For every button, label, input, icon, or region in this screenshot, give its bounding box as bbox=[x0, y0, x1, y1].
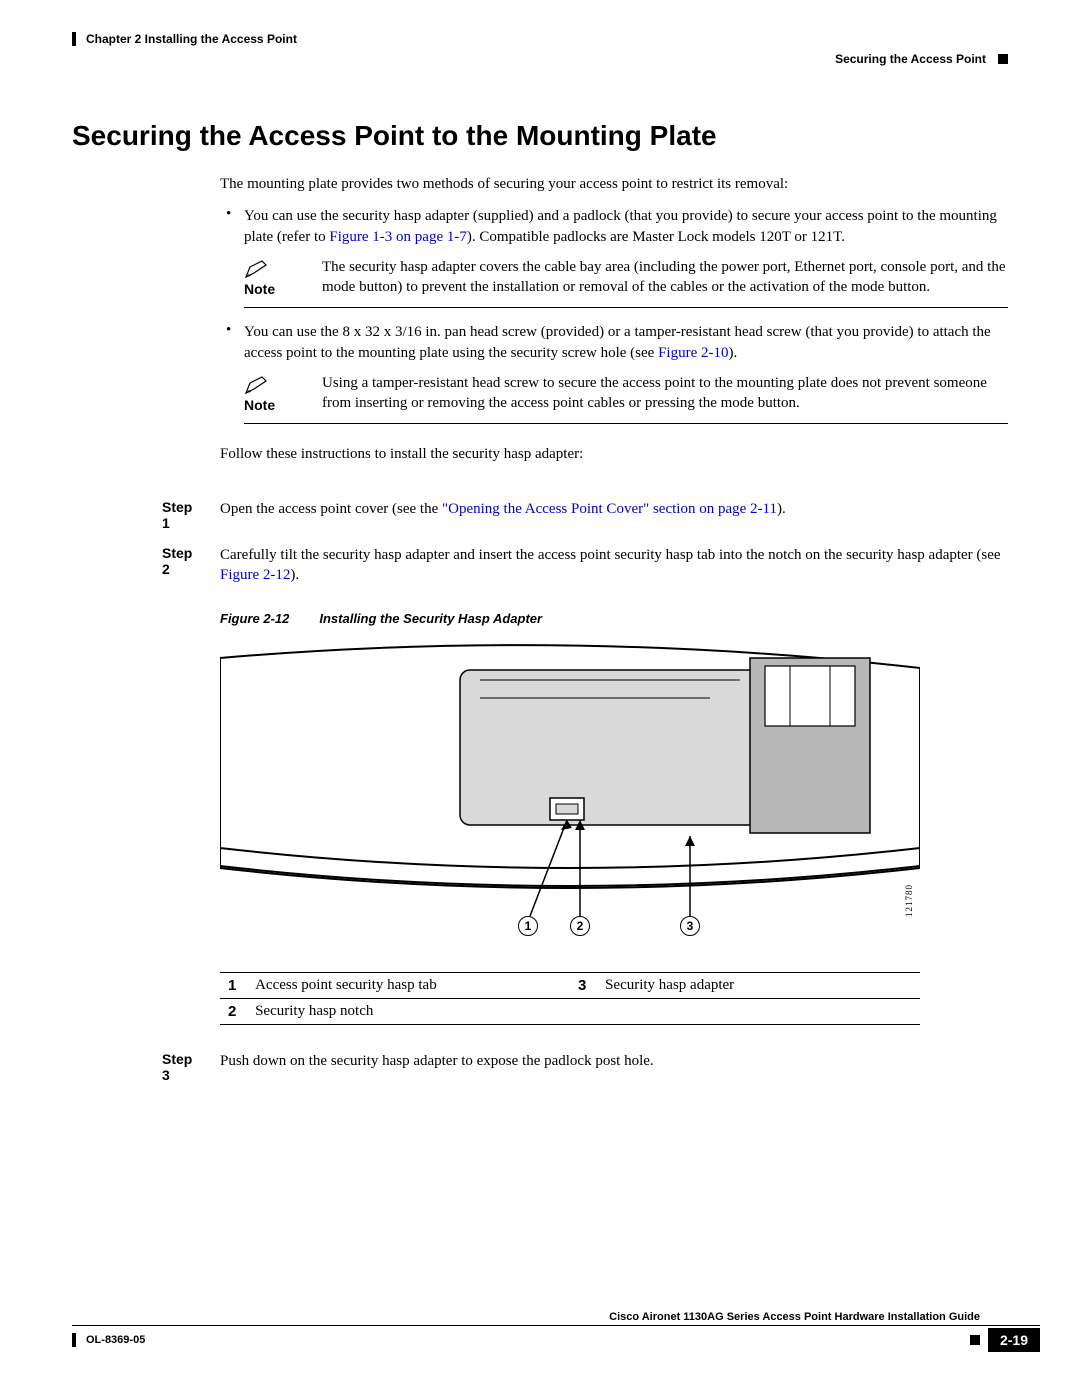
note-pencil-icon bbox=[244, 373, 270, 395]
figure-2-10-link[interactable]: Figure 2-10 bbox=[658, 345, 728, 361]
step-1-row: Step 1 Open the access point cover (see … bbox=[72, 499, 1008, 531]
note-pencil-icon bbox=[244, 257, 270, 279]
legend-3-num: 3 bbox=[570, 973, 597, 999]
figure-legend-table: 1 Access point security hasp tab 3 Secur… bbox=[220, 972, 920, 1025]
step-1-text: Open the access point cover (see the "Op… bbox=[220, 499, 1008, 531]
figure-image-number: 121780 bbox=[904, 884, 914, 917]
callout-1: 1 bbox=[518, 916, 538, 936]
figure-2-12-illustration: 1 2 3 121780 bbox=[220, 638, 920, 944]
step-2-label: Step 2 bbox=[72, 545, 200, 586]
bullet-item-1: You can use the security hasp adapter (s… bbox=[244, 206, 1008, 308]
bullet2-pre: You can use the 8 x 32 x 3/16 in. pan he… bbox=[244, 324, 991, 360]
bullet-item-2: You can use the 8 x 32 x 3/16 in. pan he… bbox=[244, 322, 1008, 424]
intro-paragraph: The mounting plate provides two methods … bbox=[220, 174, 1008, 194]
opening-cover-link[interactable]: "Opening the Access Point Cover" section… bbox=[442, 501, 777, 517]
note-2: Note Using a tamper-resistant head screw… bbox=[244, 373, 1008, 425]
step1-post: ). bbox=[777, 501, 786, 517]
footer-doc-number: OL-8369-05 bbox=[86, 1334, 145, 1346]
step-2-row: Step 2 Carefully tilt the security hasp … bbox=[72, 545, 1008, 586]
table-row: 1 Access point security hasp tab 3 Secur… bbox=[220, 973, 920, 999]
step2-pre: Carefully tilt the security hasp adapter… bbox=[220, 547, 1001, 563]
note-1-text: The security hasp adapter covers the cab… bbox=[322, 257, 1008, 298]
content-area: Securing the Access Point to the Mountin… bbox=[72, 120, 1008, 1097]
page-title: Securing the Access Point to the Mountin… bbox=[72, 120, 1008, 152]
figure-caption: Figure 2-12 Installing the Security Hasp … bbox=[220, 611, 1008, 626]
legend-3-text: Security hasp adapter bbox=[597, 973, 920, 999]
footer-guide-title: Cisco Aironet 1130AG Series Access Point… bbox=[72, 1311, 1040, 1323]
figure-1-3-link[interactable]: Figure 1-3 on page 1-7 bbox=[329, 229, 466, 245]
page-number-badge: 2-19 bbox=[988, 1328, 1040, 1352]
callout-3: 3 bbox=[680, 916, 700, 936]
bullet-1-text: You can use the security hasp adapter (s… bbox=[244, 206, 1008, 247]
footer-square-icon bbox=[970, 1335, 980, 1345]
figure-number: Figure 2-12 bbox=[220, 611, 289, 626]
legend-2-text: Security hasp notch bbox=[247, 999, 570, 1025]
header-rule-left bbox=[72, 32, 76, 46]
note-2-text: Using a tamper-resistant head screw to s… bbox=[322, 373, 1008, 414]
step-3-row: Step 3 Push down on the security hasp ad… bbox=[72, 1051, 1008, 1083]
step-1-label: Step 1 bbox=[72, 499, 200, 531]
table-row: 2 Security hasp notch bbox=[220, 999, 920, 1025]
step-2-text: Carefully tilt the security hasp adapter… bbox=[220, 545, 1008, 586]
bullet-2-text: You can use the 8 x 32 x 3/16 in. pan he… bbox=[244, 322, 1008, 363]
note-2-label: Note bbox=[244, 397, 275, 413]
legend-1-num: 1 bbox=[220, 973, 247, 999]
legend-1-text: Access point security hasp tab bbox=[247, 973, 570, 999]
footer-bar-icon bbox=[72, 1333, 76, 1347]
note-1: Note The security hasp adapter covers th… bbox=[244, 257, 1008, 309]
figure-title: Installing the Security Hasp Adapter bbox=[319, 611, 542, 626]
note-1-label: Note bbox=[244, 281, 275, 297]
callout-2: 2 bbox=[570, 916, 590, 936]
figure-2-12-link[interactable]: Figure 2-12 bbox=[220, 567, 290, 583]
header-chapter: Chapter 2 Installing the Access Point bbox=[86, 32, 297, 46]
step1-pre: Open the access point cover (see the bbox=[220, 501, 442, 517]
bullet1-post: ). Compatible padlocks are Master Lock m… bbox=[467, 229, 845, 245]
follow-instructions: Follow these instructions to install the… bbox=[220, 444, 1008, 464]
page-footer: Cisco Aironet 1130AG Series Access Point… bbox=[72, 1311, 1040, 1367]
bullet2-post: ). bbox=[728, 345, 737, 361]
header-square-icon bbox=[998, 54, 1008, 64]
step2-post: ). bbox=[290, 567, 299, 583]
header-section: Securing the Access Point bbox=[835, 52, 986, 66]
step-3-label: Step 3 bbox=[72, 1051, 200, 1083]
step-3-text: Push down on the security hasp adapter t… bbox=[220, 1051, 1008, 1083]
page-header: Chapter 2 Installing the Access Point Se… bbox=[72, 32, 1008, 72]
legend-2-num: 2 bbox=[220, 999, 247, 1025]
footer-rule bbox=[72, 1325, 1040, 1326]
